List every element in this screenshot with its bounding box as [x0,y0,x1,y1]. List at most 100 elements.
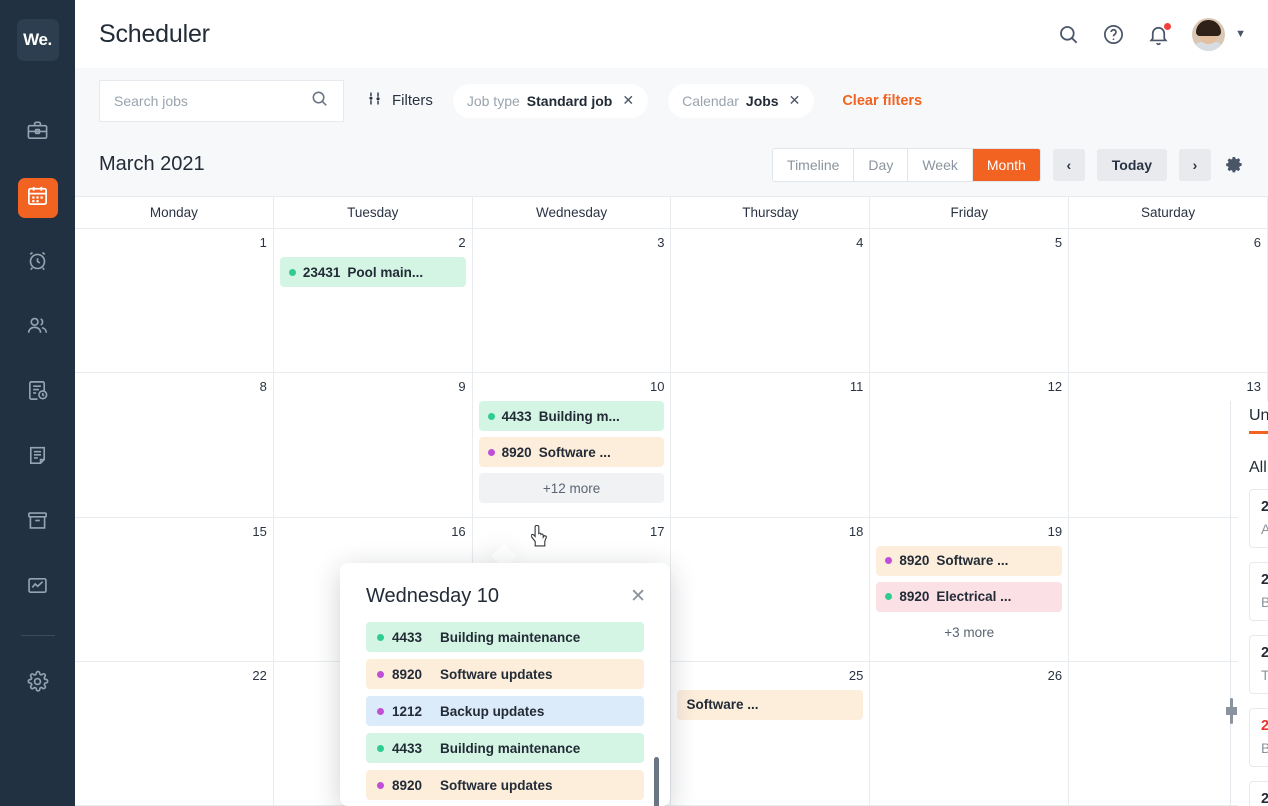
calendar-day-cell[interactable]: 12 [870,373,1070,517]
calendar-day-cell[interactable]: 11 [671,373,871,517]
event-title: Building maintenance [440,740,581,756]
show-more-events-button[interactable]: +3 more [876,618,1062,648]
popover-event[interactable]: 8920 Software updates [366,659,644,689]
calendar-day-cell[interactable]: 1 [75,229,274,373]
weekday-saturday: Saturday [1069,197,1268,228]
event-title: Building maintenance [440,629,581,645]
popover-event[interactable]: 8920 Software updates [366,770,644,800]
nav-divider [20,635,55,636]
job-company: ABC Compan [1261,521,1268,537]
close-icon[interactable]: ✕ [630,587,646,606]
calendar-day-cell[interactable]: 18 [671,517,871,661]
day-number: 4 [856,235,864,250]
avatar[interactable] [1192,17,1226,51]
filter-bar: Filters Job type Standard job ✕ Calendar… [75,68,1268,133]
top-header: Scheduler ▼ [75,0,1268,68]
sidebar-item-jobs[interactable] [18,113,58,153]
unscheduled-job-card[interactable]: 21545Hard Bernard Lett [1249,562,1268,621]
calendar-event[interactable]: 23431 Pool main... [279,257,466,287]
popover-scrollbar[interactable] [654,757,659,806]
sidebar-item-inventory[interactable] [18,503,58,543]
day-number: 12 [1047,379,1063,395]
close-icon[interactable]: ✕ [789,92,801,109]
help-icon[interactable] [1102,23,1125,46]
calendar-icon [26,184,49,212]
calendar-event[interactable]: 4433 Building m... [478,401,665,432]
calendar-day-cell[interactable]: 3 [473,229,672,373]
calendar-day-cell[interactable]: 19 8920 Software ... 8920 Electrical ... +3 m… [870,517,1070,661]
event-id: 8920 [392,666,423,682]
calendar-day-cell[interactable]: 10 4433 Building m... 8920 Software ... +12 m… [473,373,672,517]
tab-unscheduled[interactable]: Unscheduled [1238,401,1268,434]
sidebar-item-scheduler[interactable] [17,178,58,218]
calendar-day-cell[interactable]: 15 [75,517,274,661]
sidebar-item-settings[interactable] [18,664,58,704]
calendar-day-cell[interactable]: 26 [870,661,1070,805]
calendar-day-cell[interactable]: 4 [671,229,871,373]
search-input[interactable] [114,92,310,109]
filters-button[interactable]: Filters [366,90,433,111]
day-number: 25 [848,667,864,683]
calendar-day-cell[interactable]: 25 Software ... [671,661,871,805]
calendar-day-cell[interactable]: 6 [1069,229,1268,373]
day-events-popover: Wednesday 10 ✕ 4433 Building maintenance 8… [340,563,670,806]
calendar-week-row: 8 9 10 4433 Building m... 8920 Software ... +12… [75,373,1268,518]
calendar-day-cell[interactable]: 2 23431 Pool main... [274,229,473,373]
sidebar-tabs: Unscheduled [1238,401,1268,443]
sidebar-resize-handle[interactable] [1226,696,1237,726]
unscheduled-job-card[interactable]: 21495Wate ABC Compan [1249,489,1268,548]
day-number: 6 [1253,235,1261,250]
filter-chip-job-type[interactable]: Job type Standard job ✕ [452,83,649,118]
view-tab-week[interactable]: Week [908,148,973,181]
show-more-events-button[interactable]: +12 more [478,473,665,504]
unscheduled-job-card[interactable]: 21489ElectBernard Lett [1249,781,1268,806]
job-card-header: 21489Elect [1261,791,1268,806]
today-button[interactable]: Today [1096,148,1167,181]
calendar-event[interactable]: 8920 Software ... [876,545,1063,576]
sidebar-item-quotes[interactable] [18,373,58,413]
bell-icon[interactable] [1147,21,1173,46]
sidebar-item-invoices[interactable] [18,438,58,478]
job-card-header: 21545Hard [1261,572,1268,588]
event-id: 8920 [899,553,930,568]
sidebar-item-timesheets[interactable] [18,243,58,283]
calendar-day-cell[interactable]: 5 [870,229,1070,373]
close-icon[interactable]: ✕ [622,92,634,109]
calendar-event[interactable]: 8920 Electrical ... [876,581,1063,612]
header-actions: ▼ [1057,17,1246,51]
next-period-button[interactable]: › [1179,148,1211,181]
search-icon[interactable] [1057,23,1080,46]
clear-filters-button[interactable]: Clear filters [842,93,922,109]
gear-icon[interactable] [1225,155,1244,174]
job-card-header: 21603Swin [1261,718,1268,734]
search-jobs-box[interactable] [99,79,344,122]
app-logo[interactable]: We. [16,19,59,61]
popover-event[interactable]: 4433 Building maintenance [366,622,644,652]
event-id: 4433 [501,408,532,424]
search-icon[interactable] [310,89,329,113]
popover-event[interactable]: 1212 Backup updates [366,696,644,726]
sidebar-item-customers[interactable] [18,308,58,348]
unscheduled-job-card[interactable]: 21578Clea Tech Fixes Lt [1249,635,1268,694]
view-tab-day[interactable]: Day [854,148,909,181]
calendar-day-cell[interactable]: 22 [75,661,274,805]
calendar-day-cell[interactable]: 8 [75,373,274,517]
view-tab-month[interactable]: Month [972,148,1040,181]
chevron-down-icon[interactable]: ▼ [1235,28,1246,40]
calendar-event[interactable]: Software ... [677,689,864,720]
sidebar-item-reports[interactable] [18,568,58,608]
day-number: 17 [650,523,665,539]
calendar-event[interactable]: 8920 Software ... [478,437,665,468]
event-status-dot [288,268,296,276]
calendar-day-cell[interactable]: 9 [274,373,473,517]
event-status-dot [377,670,384,678]
filter-chip-calendar[interactable]: Calendar Jobs ✕ [668,83,815,118]
popover-title: Wednesday 10 [366,585,500,607]
briefcase-icon [26,119,49,147]
unscheduled-job-card[interactable]: 21603Swin Bernard Lett [1249,708,1268,767]
previous-period-button[interactable]: ‹ [1052,148,1085,181]
job-number: 21545 [1261,572,1268,588]
view-tab-timeline[interactable]: Timeline [773,148,855,181]
day-number: 10 [650,379,665,395]
popover-event[interactable]: 4433 Building maintenance [366,733,644,763]
